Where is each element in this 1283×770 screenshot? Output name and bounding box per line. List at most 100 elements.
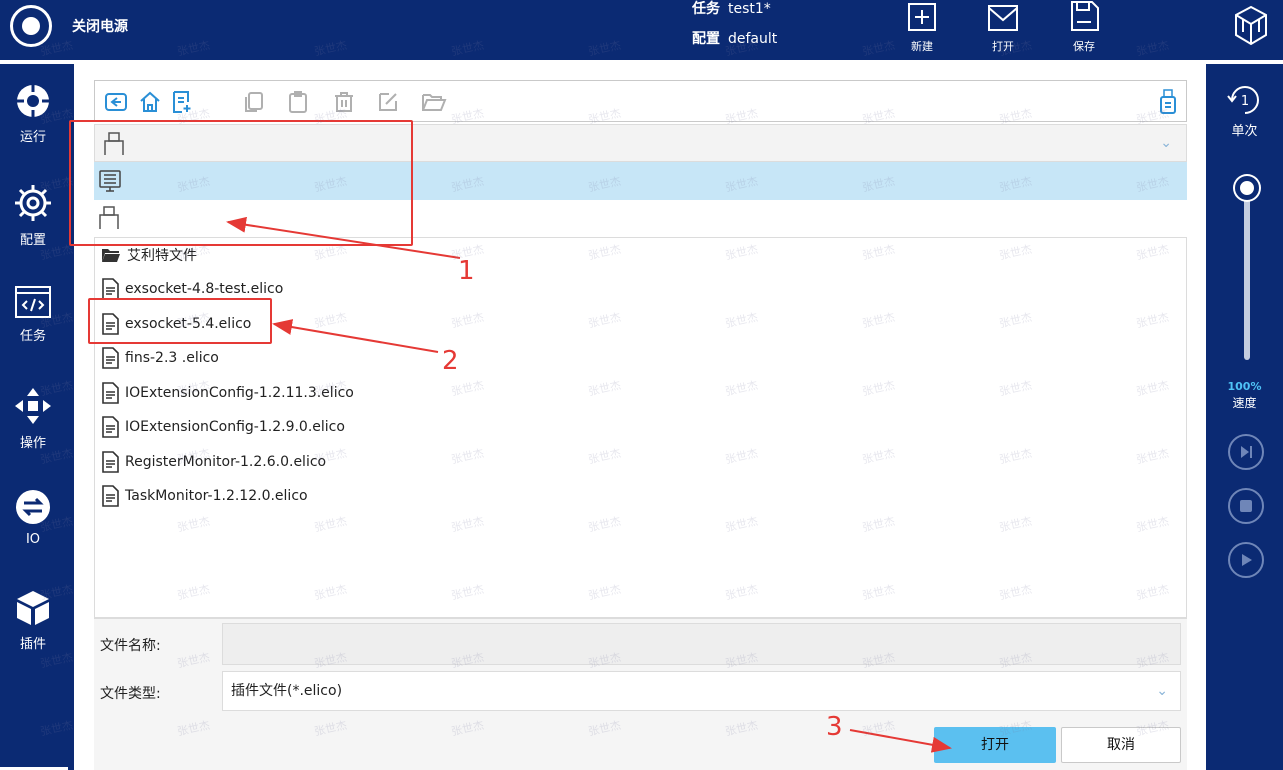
drive-dropdown-list — [94, 162, 1187, 238]
list-item[interactable]: 艾利特文件 — [101, 240, 197, 270]
sidebar-label-run: 运行 — [19, 130, 46, 145]
list-item[interactable]: TaskMonitor-1.2.12.0.elico — [101, 481, 308, 511]
list-item[interactable]: IOExtensionConfig-1.2.9.0.elico — [101, 412, 345, 442]
sidebar-label-task: 任务 — [19, 329, 46, 344]
home-button[interactable] — [137, 89, 163, 115]
sidebar-label-operate: 操作 — [19, 436, 46, 451]
open-project-button[interactable]: 打开 — [973, 0, 1033, 62]
sidebar-label-io: IO — [25, 532, 41, 547]
io-icon — [16, 490, 50, 524]
cube-icon — [17, 591, 49, 625]
list-item[interactable]: RegisterMonitor-1.2.6.0.elico — [101, 447, 326, 477]
step-button[interactable] — [1228, 434, 1264, 470]
edit-icon — [379, 93, 397, 111]
file-name: 艾利特文件 — [127, 248, 197, 264]
document-icon — [102, 485, 119, 507]
play-icon — [1242, 554, 1252, 566]
task-key: 任务 — [692, 1, 720, 17]
play-button[interactable] — [1228, 542, 1264, 578]
file-name: RegisterMonitor-1.2.6.0.elico — [125, 454, 327, 470]
paste-button[interactable] — [285, 89, 311, 115]
annotation-number-3: 3 — [826, 712, 843, 742]
sidebar-item-run[interactable]: 运行 — [0, 64, 66, 154]
document-icon — [102, 451, 119, 473]
copy-button[interactable] — [241, 89, 267, 115]
power-button[interactable] — [10, 5, 52, 47]
file-name-input[interactable] — [222, 623, 1181, 665]
document-icon — [102, 382, 119, 404]
svg-text:1: 1 — [1240, 94, 1248, 109]
config-key: 配置 — [692, 31, 720, 47]
sidebar-label-config: 配置 — [19, 233, 46, 248]
cancel-button[interactable]: 取消 — [1061, 727, 1181, 763]
annotation-number-1: 1 — [458, 256, 475, 286]
sidebar-item-plugin[interactable]: 插件 — [0, 571, 66, 661]
right-sidebar: 1 单次 100% 速度 — [1206, 64, 1283, 770]
computer-icon — [99, 170, 121, 192]
save-label: 保存 — [1073, 40, 1095, 53]
list-item[interactable]: exsocket-5.4.elico — [101, 309, 251, 339]
speed-slider-track[interactable] — [1244, 184, 1250, 360]
gear-icon — [15, 185, 51, 221]
file-name: TaskMonitor-1.2.12.0.elico — [125, 488, 308, 504]
open-project-label: 打开 — [992, 40, 1014, 53]
top-bar: 关闭电源 任务 test1* 配置 default 新建 打开 保存 — [0, 0, 1283, 62]
file-type-value: 插件文件(*.elico) — [231, 683, 343, 699]
delete-icon — [335, 92, 353, 112]
plus-square-icon — [908, 3, 936, 31]
sidebar-item-io[interactable]: IO — [0, 470, 66, 560]
speed-label: 速度 — [1232, 396, 1257, 410]
sidebar-label-plugin: 插件 — [19, 637, 46, 652]
speed-slider-knob[interactable] — [1235, 176, 1259, 200]
single-mode-button[interactable]: 1 单次 — [1206, 84, 1283, 139]
usb-button[interactable] — [1155, 89, 1181, 115]
usb-drive-icon — [99, 206, 119, 229]
speed-percent: 100% — [1227, 380, 1262, 393]
step-forward-icon — [1241, 446, 1252, 458]
chevron-down-icon: ⌄ — [1160, 135, 1172, 151]
new-file-button[interactable] — [169, 89, 195, 115]
save-icon — [1071, 1, 1099, 31]
code-window-icon — [15, 286, 51, 318]
sidebar-item-operate[interactable]: 操作 — [0, 368, 66, 458]
envelope-icon — [988, 5, 1018, 31]
single-mode-label: 单次 — [1231, 124, 1258, 139]
open-button[interactable]: 打开 — [934, 727, 1056, 763]
save-button[interactable]: 保存 — [1054, 0, 1114, 62]
file-name: exsocket-4.8-test.elico — [125, 281, 284, 297]
list-item[interactable]: IOExtensionConfig-1.2.11.3.elico — [101, 378, 354, 408]
back-button[interactable] — [103, 89, 129, 115]
task-info: 任务 test1* 配置 default — [692, 0, 777, 52]
file-type-select[interactable]: 插件文件(*.elico) ⌄ — [222, 671, 1181, 711]
stop-button[interactable] — [1228, 488, 1264, 524]
list-item[interactable]: exsocket-4.8-test.elico — [101, 274, 283, 304]
drive-option-usb[interactable] — [94, 200, 1187, 238]
list-item[interactable]: fins-2.3 .elico — [101, 343, 219, 373]
sidebar-item-config[interactable]: 配置 — [0, 165, 66, 255]
document-icon — [102, 416, 119, 438]
copy-icon — [245, 92, 263, 112]
repeat-once-icon: 1 — [1226, 86, 1259, 114]
usb-drive-icon — [104, 132, 124, 155]
annotation-number-2: 2 — [442, 346, 459, 376]
usb-icon — [1160, 89, 1176, 114]
delete-button[interactable] — [331, 89, 357, 115]
sidebar-item-task[interactable]: 任务 — [0, 267, 66, 357]
file-name: exsocket-5.4.elico — [125, 316, 252, 332]
open-folder-icon — [422, 94, 447, 111]
power-icon — [22, 17, 40, 35]
chevron-down-icon: ⌄ — [1156, 683, 1168, 699]
file-type-label: 文件类型: — [100, 686, 161, 702]
config-value: default — [728, 31, 778, 47]
dialog-footer: 文件名称: 文件类型: 插件文件(*.elico) ⌄ 打开 取消 — [94, 618, 1187, 770]
new-button[interactable]: 新建 — [892, 0, 952, 62]
file-toolbar — [94, 80, 1187, 122]
run-icon — [17, 85, 49, 117]
open-folder-button[interactable] — [421, 89, 447, 115]
drive-option-local[interactable] — [94, 162, 1187, 200]
document-icon — [102, 278, 119, 300]
rename-button[interactable] — [375, 89, 401, 115]
file-list: 艾利特文件 exsocket-4.8-test.elico exsocket-5… — [94, 238, 1187, 618]
drive-combobox[interactable]: ⌄ — [94, 124, 1187, 162]
logo-icon — [1235, 5, 1267, 46]
